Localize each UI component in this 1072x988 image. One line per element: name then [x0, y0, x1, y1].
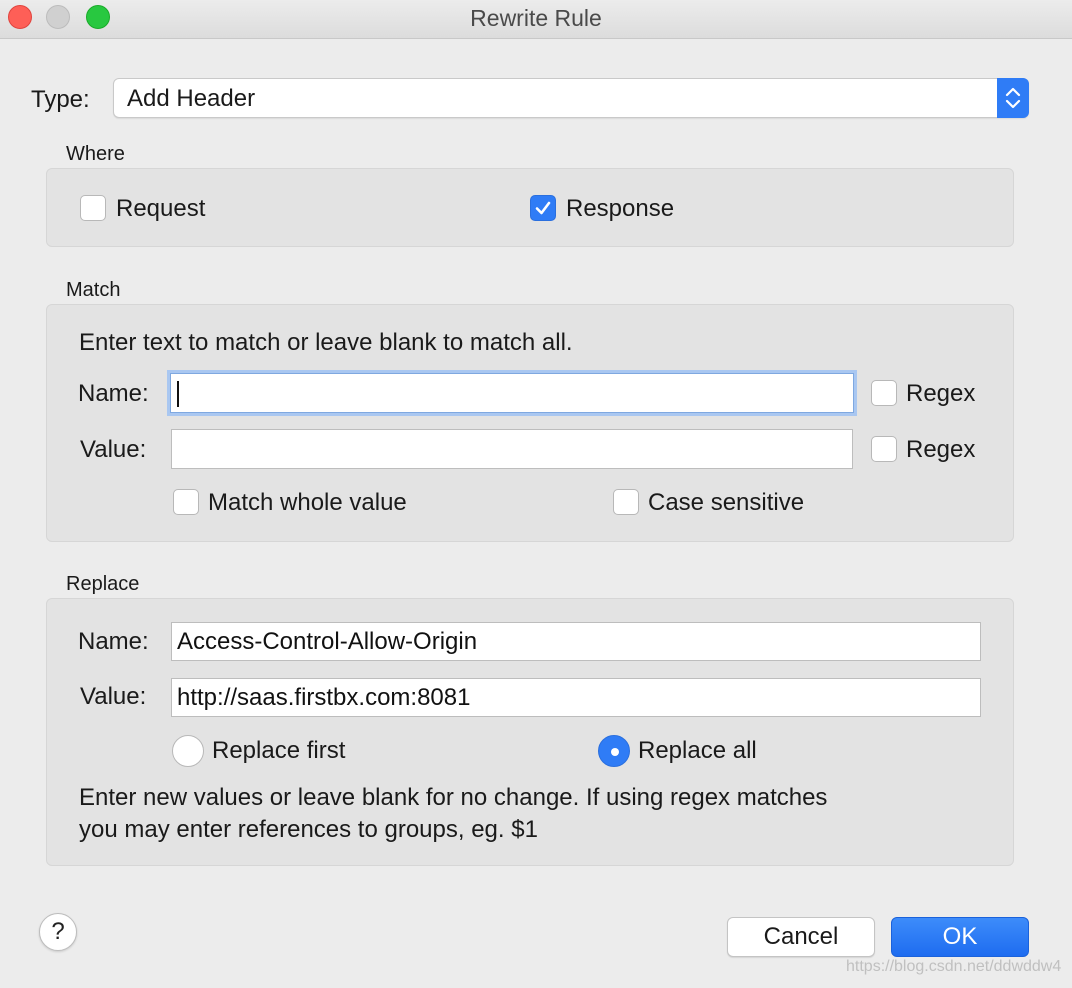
request-checkbox[interactable]	[80, 195, 106, 221]
replace-all-label: Replace all	[638, 737, 757, 764]
select-stepper-icon	[997, 78, 1029, 118]
replace-name-label: Name:	[78, 628, 149, 655]
match-whole-value-checkbox[interactable]	[173, 489, 199, 515]
match-name-label: Name:	[78, 380, 149, 407]
request-label: Request	[116, 195, 206, 222]
replace-value-input[interactable]	[171, 678, 981, 717]
case-sensitive-label: Case sensitive	[648, 489, 805, 516]
window-title: Rewrite Rule	[470, 5, 602, 31]
match-value-input[interactable]	[171, 429, 853, 469]
match-value-label: Value:	[80, 436, 147, 463]
replace-help-line1: Enter new values or leave blank for no c…	[79, 784, 828, 811]
where-title: Where	[66, 143, 125, 165]
replace-title: Replace	[66, 573, 140, 595]
match-name-regex-label: Regex	[906, 380, 976, 407]
match-value-regex-checkbox[interactable]	[871, 436, 897, 462]
help-button[interactable]: ?	[39, 913, 77, 951]
cancel-button[interactable]: Cancel	[727, 917, 875, 957]
response-checkbox[interactable]	[530, 195, 556, 221]
checkmark-icon	[535, 201, 551, 215]
replace-first-label: Replace first	[212, 737, 346, 764]
replace-help-line2: you may enter references to groups, eg. …	[79, 816, 538, 843]
match-instructions: Enter text to match or leave blank to ma…	[79, 329, 573, 356]
match-name-regex-checkbox[interactable]	[871, 380, 897, 406]
match-name-input[interactable]	[170, 373, 854, 413]
replace-value-label: Value:	[80, 683, 147, 710]
match-value-regex-label: Regex	[906, 436, 976, 463]
type-select[interactable]: Add Header	[113, 78, 1029, 118]
match-title: Match	[66, 279, 121, 301]
watermark: https://blog.csdn.net/ddwddw4	[846, 958, 1062, 975]
title-bar: Rewrite Rule	[0, 0, 1072, 39]
type-label: Type:	[31, 86, 90, 113]
replace-first-radio[interactable]	[172, 735, 204, 767]
replace-all-radio[interactable]	[598, 735, 630, 767]
radio-dot-icon	[611, 748, 619, 756]
match-whole-value-label: Match whole value	[208, 489, 407, 516]
ok-button[interactable]: OK	[891, 917, 1029, 957]
replace-name-input[interactable]	[171, 622, 981, 661]
response-label: Response	[566, 195, 675, 222]
type-select-value: Add Header	[127, 85, 256, 112]
case-sensitive-checkbox[interactable]	[613, 489, 639, 515]
